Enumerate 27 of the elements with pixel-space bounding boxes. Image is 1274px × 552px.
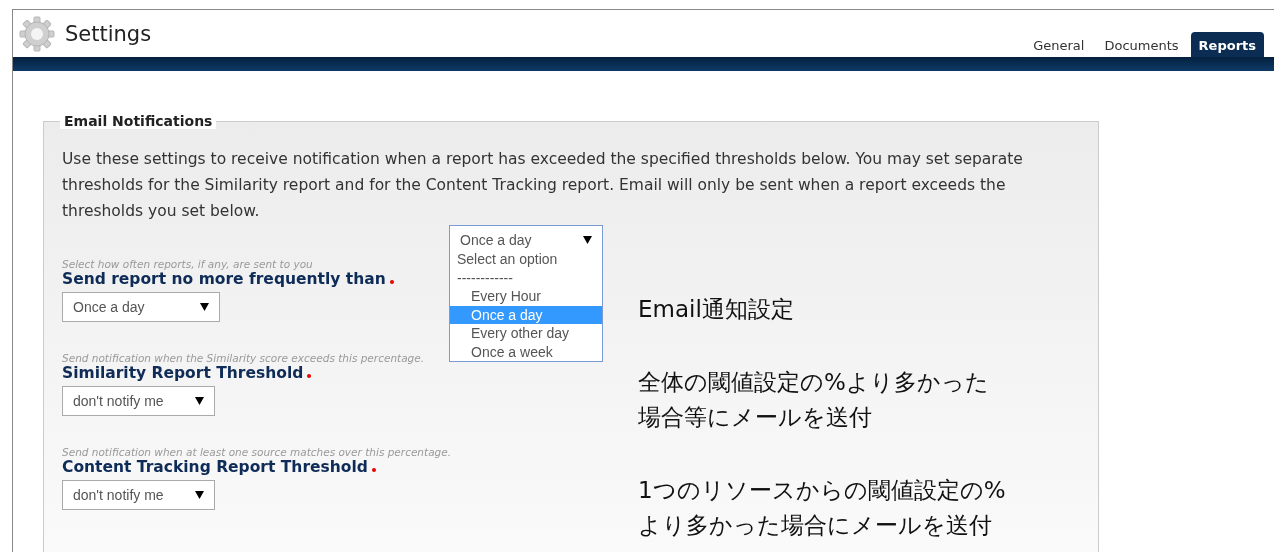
- field-hint: Send notification when the Similarity score exceeds this percentage.: [62, 352, 425, 364]
- tab[interactable]: General: [1025, 32, 1093, 57]
- field-label: Content Tracking Report Threshold: [62, 458, 368, 476]
- caret-icon: [195, 397, 204, 405]
- annotation-text: Email通知設定: [638, 295, 795, 324]
- window-title: Settings: [65, 21, 152, 46]
- field-label: Send report no more frequently than: [62, 270, 386, 288]
- section-legend: Email Notifications: [60, 113, 217, 129]
- dropdown-option[interactable]: ------------: [450, 268, 602, 287]
- select-field[interactable]: don't notify me: [62, 480, 215, 510]
- field-hint: Send notification when at least one source matches over this percentage.: [62, 446, 452, 458]
- field-label: Similarity Report Threshold: [62, 364, 304, 382]
- tab[interactable]: Documents: [1096, 32, 1187, 57]
- caret-icon: [200, 303, 209, 311]
- select-field[interactable]: don't notify me: [62, 386, 215, 416]
- dropdown-option[interactable]: Every other day: [450, 324, 602, 343]
- annotation-text: 全体の閾値設定の%より多かった 場合等にメールを送付: [638, 368, 990, 432]
- gear-icon: [19, 15, 55, 52]
- description-text: Use these settings to receive notification when a report has exceeded the specified thresholds below. You may set separate thresholds for the Similarity report and for the Content Tracking report. Email will only be sent when a report exceeds the thresholds you set below.: [62, 149, 1024, 222]
- field-hint: Select how often reports, if any, are sent to you: [62, 258, 313, 270]
- tab[interactable]: Reports: [1190, 32, 1264, 57]
- caret-icon: [195, 491, 204, 499]
- dropdown-option[interactable]: Every Hour: [450, 287, 602, 306]
- annotation-text: 1つのリソースからの閾値設定の% より多かった場合にメールを送付: [638, 476, 1006, 540]
- caret-icon: [583, 235, 592, 244]
- select-field[interactable]: Once a day: [62, 292, 220, 322]
- dropdown-option[interactable]: Once a week: [450, 342, 602, 361]
